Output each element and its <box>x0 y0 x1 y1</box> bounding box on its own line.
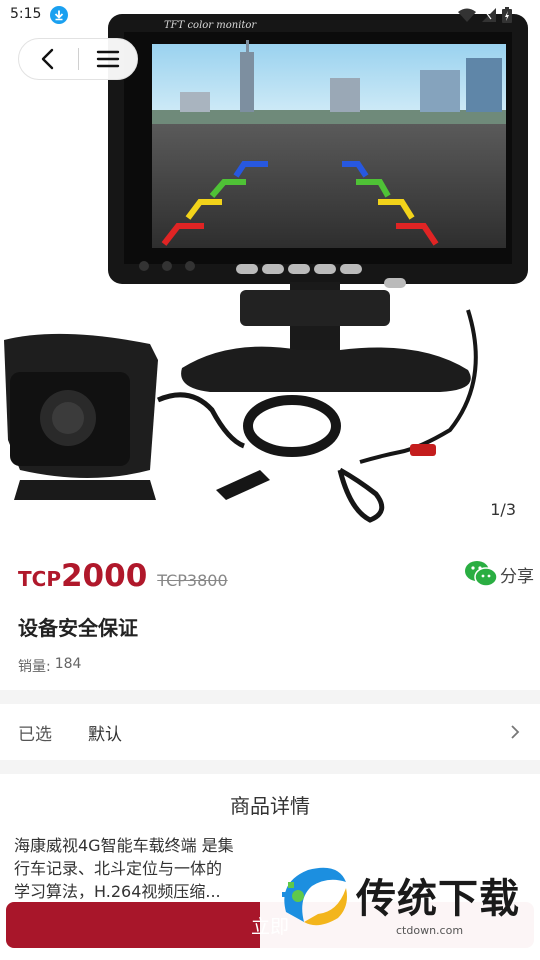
sales-label: 销量: <box>18 659 51 675</box>
original-price: TCP3800 <box>157 571 228 590</box>
download-icon <box>50 6 68 24</box>
sales-info: 销量: 184 <box>18 656 81 676</box>
chevron-right-icon <box>511 725 520 739</box>
price-row: TCP 2000 TCP3800 <box>18 558 228 594</box>
watermark-logo-icon <box>282 867 347 926</box>
watermark: 传统下载 ctdown.com <box>260 840 540 950</box>
product-photo: TFT color monitor <box>4 14 528 523</box>
status-icons <box>458 7 512 23</box>
sales-count: 184 <box>54 656 82 672</box>
details-title: 商品详情 <box>230 794 310 818</box>
selection-value: 默认 <box>88 725 122 745</box>
wifi-icon <box>458 8 476 22</box>
menu-button[interactable] <box>78 38 137 80</box>
product-title: 设备安全保证 <box>18 616 138 640</box>
share-label: 分享 <box>500 566 534 587</box>
price-card: TCP 2000 TCP3800 分享 设备安全保证 销量: 184 <box>0 540 540 690</box>
watermark-text: 传统下载 <box>356 876 520 922</box>
wechat-icon <box>465 561 498 587</box>
battery-icon <box>502 7 512 23</box>
chevron-left-icon <box>42 48 54 70</box>
share-button[interactable]: 分享 <box>464 560 534 588</box>
status-time: 5:15 <box>10 6 42 22</box>
product-image-carousel[interactable]: TFT color monitor 1/3 <box>0 0 540 540</box>
watermark-site: ctdown.com <box>396 924 464 937</box>
signal-icon <box>482 8 496 22</box>
image-counter: 1/3 <box>490 500 516 519</box>
menu-icon <box>96 50 119 68</box>
price-value: 2000 <box>60 558 148 594</box>
back-button[interactable] <box>19 38 78 80</box>
spec-selection-row[interactable]: 已选 默认 <box>0 704 540 760</box>
nav-capsule <box>18 38 138 80</box>
status-bar: 5:15 <box>0 0 540 32</box>
selection-label: 已选 <box>18 725 52 745</box>
price-currency: TCP <box>18 567 61 591</box>
